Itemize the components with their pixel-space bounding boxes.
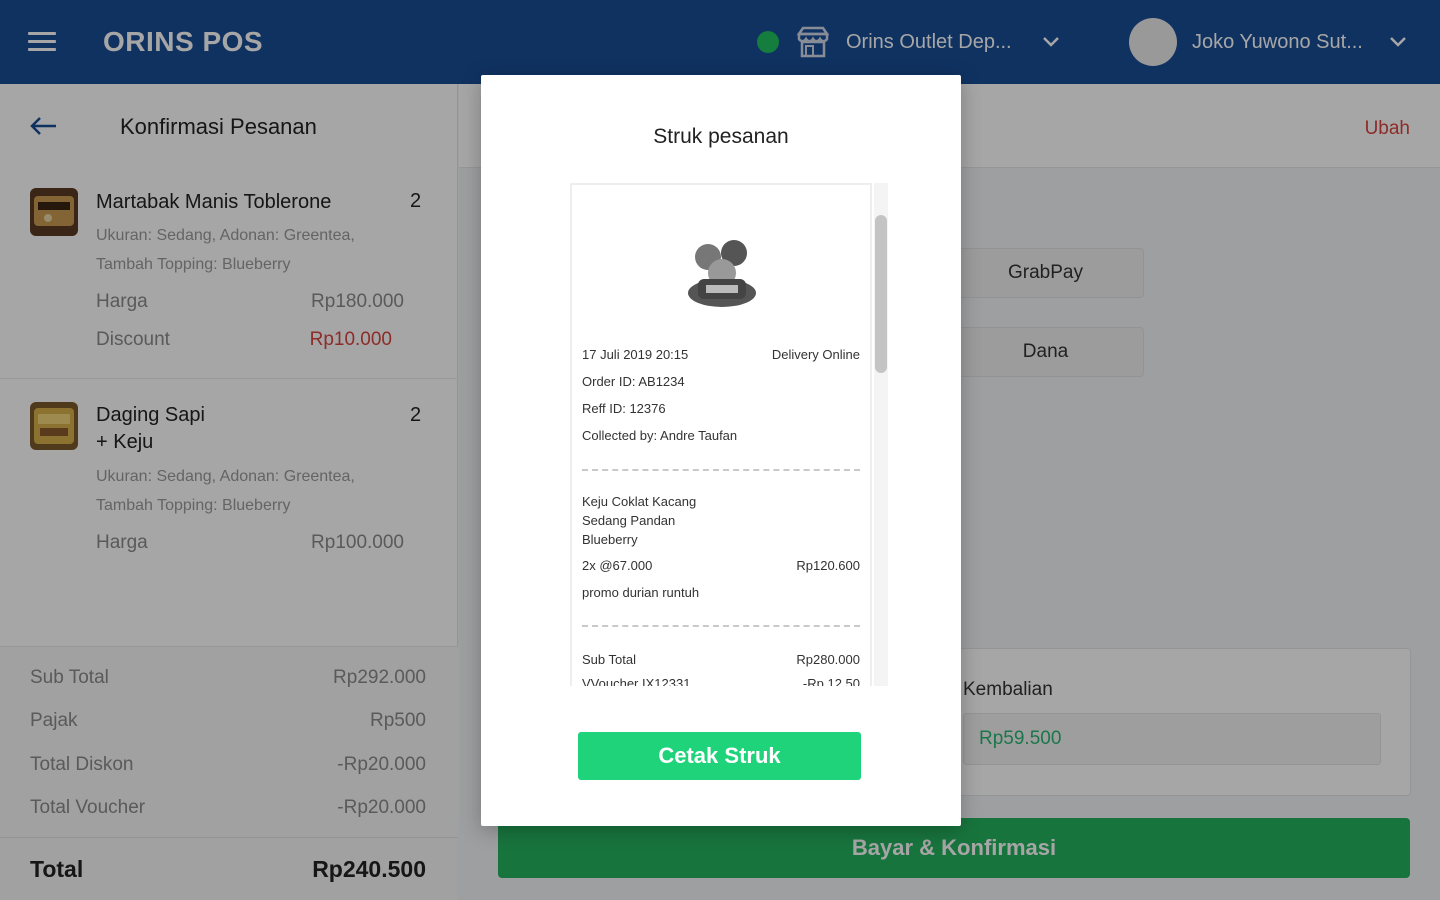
receipt-collected-by: Collected by: Andre Taufan	[582, 428, 738, 443]
receipt-item-option: Sedang Pandan	[582, 513, 676, 528]
receipt-voucher-label: VVoucher IX12331	[582, 676, 691, 686]
receipt-datetime: 17 Juli 2019 20:15	[582, 347, 689, 362]
receipt-order-id: Order ID: AB1234	[582, 374, 685, 389]
receipt-subtotal-label: Sub Total	[582, 652, 636, 667]
modal-title: Struk pesanan	[653, 125, 789, 148]
receipt-divider	[582, 469, 860, 471]
receipt-subtotal-value: Rp280.000	[796, 652, 860, 667]
scrollbar-thumb[interactable]	[875, 215, 887, 373]
receipt-item-total: Rp120.600	[796, 558, 860, 573]
receipt-voucher-value: -Rp 12.50	[802, 676, 860, 686]
receipt-promo: promo durian runtuh	[582, 585, 700, 600]
receipt-scrollbar[interactable]	[874, 183, 888, 686]
merchant-logo	[688, 240, 756, 307]
receipt-channel: Delivery Online	[771, 347, 860, 362]
receipt-divider	[582, 625, 860, 627]
receipt-item-option: Blueberry	[582, 532, 638, 547]
print-receipt-button[interactable]: Cetak Struk	[578, 732, 861, 780]
receipt-preview[interactable]: 17 Juli 2019 20:15 Delivery Online Order…	[570, 183, 872, 686]
receipt-ref-id: Reff ID: 12376	[582, 401, 666, 416]
receipt-item-name: Keju Coklat Kacang	[582, 494, 697, 509]
receipt-modal: Struk pesanan 17 Juli 2019 20:15 Deliver…	[481, 75, 961, 826]
receipt-item-qty-price: 2x @67.000	[582, 558, 653, 573]
